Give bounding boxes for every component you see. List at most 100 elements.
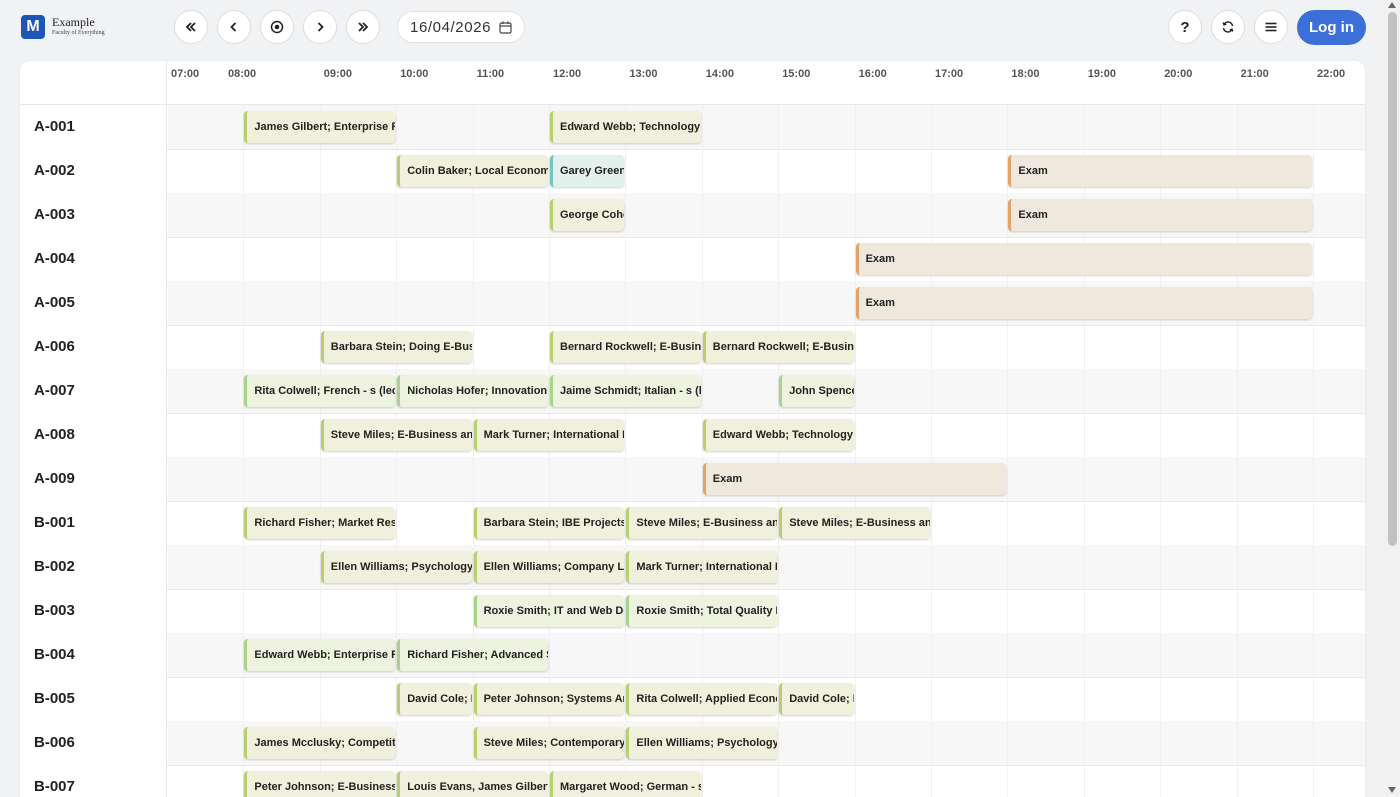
refresh-button[interactable] bbox=[1211, 10, 1245, 44]
class-event[interactable]: James Mcclusky; Competiti bbox=[244, 727, 396, 759]
class-event[interactable]: Steve Miles; E-Business and bbox=[320, 419, 472, 451]
room-label[interactable]: A-004 bbox=[34, 250, 75, 267]
exam-event[interactable]: Exam bbox=[1008, 155, 1312, 187]
hour-gridline bbox=[931, 105, 932, 797]
scroll-down-arrow[interactable] bbox=[1388, 787, 1396, 793]
room-label[interactable]: A-007 bbox=[34, 382, 75, 399]
row-separator bbox=[20, 149, 1365, 150]
exam-event[interactable]: Exam bbox=[855, 287, 1312, 319]
exam-event[interactable]: Exam bbox=[1008, 199, 1312, 231]
hour-label: 16:00 bbox=[858, 68, 887, 80]
class-event[interactable]: Bernard Rockwell; E-Busine bbox=[702, 331, 854, 363]
hour-label: 17:00 bbox=[935, 68, 964, 80]
last-page-button[interactable] bbox=[346, 10, 380, 44]
class-event[interactable]: Colin Baker; Local Economi bbox=[397, 155, 548, 187]
class-event[interactable]: Margaret Wood; German - s bbox=[550, 771, 701, 797]
room-label[interactable]: B-006 bbox=[34, 734, 75, 751]
class-event[interactable]: Barbara Stein; Doing E-Busi bbox=[320, 331, 472, 363]
class-event[interactable]: Mark Turner; International F bbox=[626, 551, 778, 583]
hour-gridline bbox=[1313, 105, 1314, 797]
room-label[interactable]: A-006 bbox=[34, 338, 75, 355]
room-label[interactable]: B-001 bbox=[34, 514, 75, 531]
class-event[interactable]: Edward Webb; Technology bbox=[550, 111, 701, 143]
hour-label: 18:00 bbox=[1011, 68, 1040, 80]
class-event[interactable]: David Cole; P bbox=[397, 683, 472, 715]
exam-event[interactable]: Exam bbox=[855, 243, 1312, 275]
class-event[interactable]: Roxie Smith; Total Quality M bbox=[626, 595, 778, 627]
hour-label: 10:00 bbox=[400, 68, 429, 80]
room-label[interactable]: B-005 bbox=[34, 690, 75, 707]
hour-label: 15:00 bbox=[782, 68, 811, 80]
class-event[interactable]: Bernard Rockwell; E-Busine bbox=[550, 331, 701, 363]
room-label[interactable]: A-009 bbox=[34, 470, 75, 487]
date-value[interactable]: 16/04/2026 bbox=[410, 19, 491, 36]
class-event[interactable]: Rita Colwell; French - s (lec bbox=[244, 375, 396, 407]
row-separator bbox=[20, 501, 1365, 502]
chevron-left-icon bbox=[230, 22, 237, 32]
class-event[interactable]: Richard Fisher; Advanced S bbox=[397, 639, 548, 671]
class-event[interactable]: John Spence bbox=[779, 375, 854, 407]
class-event[interactable]: Garey Green bbox=[550, 155, 625, 187]
class-event[interactable]: Ellen Williams; Psychology bbox=[320, 551, 472, 583]
class-event[interactable]: Peter Johnson; E-Business bbox=[244, 771, 396, 797]
next-day-button[interactable] bbox=[303, 10, 337, 44]
class-event[interactable]: George Cohe bbox=[550, 199, 625, 231]
help-button[interactable]: ? bbox=[1168, 10, 1202, 44]
room-label[interactable]: B-007 bbox=[34, 778, 75, 795]
class-event[interactable]: Steve Miles; E-Business and bbox=[779, 507, 930, 539]
row-separator bbox=[20, 325, 1365, 326]
first-page-button[interactable] bbox=[174, 10, 208, 44]
exam-event[interactable]: Exam bbox=[702, 463, 1007, 495]
room-label[interactable]: A-003 bbox=[34, 206, 75, 223]
room-label[interactable]: A-002 bbox=[34, 162, 75, 179]
class-event[interactable]: Ellen Williams; Company La bbox=[473, 551, 625, 583]
room-label[interactable]: B-002 bbox=[34, 558, 75, 575]
room-label[interactable]: A-008 bbox=[34, 426, 75, 443]
class-event[interactable]: Rita Colwell; Applied Econo bbox=[626, 683, 778, 715]
hour-label: 19:00 bbox=[1087, 68, 1116, 80]
help-icon: ? bbox=[1180, 18, 1190, 36]
class-event[interactable]: Edward Webb; Technology bbox=[702, 419, 854, 451]
calendar-icon[interactable] bbox=[499, 21, 512, 34]
room-label[interactable]: A-001 bbox=[34, 118, 75, 135]
hour-label: 21:00 bbox=[1240, 68, 1269, 80]
class-event[interactable]: David Cole; P bbox=[779, 683, 854, 715]
refresh-icon bbox=[1222, 21, 1234, 33]
menu-button[interactable] bbox=[1254, 10, 1288, 44]
class-event[interactable]: Barbara Stein; IBE Projects bbox=[473, 507, 625, 539]
class-event[interactable]: Roxie Smith; IT and Web De bbox=[473, 595, 625, 627]
class-event[interactable]: Richard Fisher; Market Rese bbox=[244, 507, 396, 539]
scroll-thumb[interactable] bbox=[1388, 12, 1397, 546]
class-event[interactable]: Louis Evans, James Gilbert; bbox=[397, 771, 548, 797]
class-event[interactable]: Peter Johnson; Systems An bbox=[473, 683, 625, 715]
row-separator bbox=[20, 413, 1365, 414]
class-event[interactable]: Jaime Schmidt; Italian - s (l bbox=[550, 375, 701, 407]
class-event[interactable]: Steve Miles; E-Business and bbox=[626, 507, 778, 539]
today-button[interactable] bbox=[260, 10, 294, 44]
class-event[interactable]: James Gilbert; Enterprise Re bbox=[244, 111, 396, 143]
class-event[interactable]: Ellen Williams; Psychology bbox=[626, 727, 778, 759]
hour-gridline bbox=[854, 105, 856, 797]
top-bar: M Example Faculty of Everything 16/04/20… bbox=[0, 0, 1385, 55]
login-button[interactable]: Log in bbox=[1297, 10, 1366, 45]
class-event[interactable]: Steve Miles; Contemporary bbox=[473, 727, 625, 759]
vertical-scrollbar[interactable] bbox=[1385, 0, 1400, 797]
hour-label: 09:00 bbox=[323, 68, 352, 80]
double-chevron-right-icon bbox=[358, 22, 369, 32]
hour-label: 14:00 bbox=[705, 68, 734, 80]
hour-label: 11:00 bbox=[476, 68, 505, 80]
logo-icon[interactable]: M bbox=[21, 15, 45, 39]
scroll-up-arrow[interactable] bbox=[1388, 2, 1396, 8]
room-label[interactable]: A-005 bbox=[34, 294, 75, 311]
date-picker[interactable]: 16/04/2026 bbox=[397, 11, 525, 43]
class-event[interactable]: Nicholas Hofer; Innovation bbox=[397, 375, 548, 407]
hour-gridline bbox=[243, 105, 245, 797]
room-label[interactable]: B-003 bbox=[34, 602, 75, 619]
room-label[interactable]: B-004 bbox=[34, 646, 75, 663]
hamburger-menu-icon bbox=[1265, 22, 1277, 32]
brand: Example Faculty of Everything bbox=[52, 15, 105, 37]
class-event[interactable]: Edward Webb; Enterprise Re bbox=[244, 639, 396, 671]
class-event[interactable]: Mark Turner; International F bbox=[473, 419, 625, 451]
previous-day-button[interactable] bbox=[217, 10, 251, 44]
brand-name: Example bbox=[52, 15, 95, 29]
